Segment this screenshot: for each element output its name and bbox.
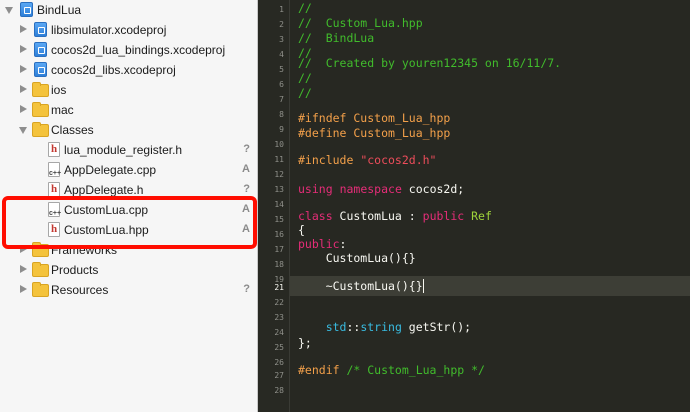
scm-status-badge: ? — [243, 143, 250, 155]
line-number: 12 — [274, 170, 284, 179]
line-number: 26 — [274, 358, 284, 367]
line-number: 9 — [279, 125, 284, 134]
line-number: 23 — [274, 313, 284, 322]
nav-item-label: Resources — [51, 283, 109, 297]
line-number: 17 — [274, 245, 284, 254]
folder-icon — [32, 82, 49, 97]
line-number: 11 — [274, 155, 284, 164]
line-number: 1 — [279, 5, 284, 14]
source-editor[interactable]: // // Custom_Lua.hpp // BindLua // // Cr… — [290, 0, 690, 412]
line-number: 22 — [274, 298, 284, 307]
highlight-callout-box — [2, 196, 257, 249]
nav-item-lua-module-register-h[interactable]: h lua_module_register.h ? — [0, 140, 257, 160]
disclosure-closed-icon[interactable] — [20, 285, 27, 293]
code-line: // Custom_Lua.hpp — [298, 16, 423, 30]
folder-icon — [32, 122, 49, 137]
code-line: std::string getStr(); — [298, 320, 472, 334]
nav-item-label: BindLua — [37, 3, 82, 17]
line-number: 10 — [274, 140, 284, 149]
disclosure-open-icon[interactable] — [19, 127, 27, 134]
nav-item-label: cocos2d_lua_bindings.xcodeproj — [51, 43, 226, 57]
disclosure-closed-icon[interactable] — [20, 85, 27, 93]
code-line: // — [298, 86, 312, 100]
folder-icon — [32, 262, 49, 277]
nav-item-label: AppDelegate.cpp — [64, 163, 157, 177]
line-number: 2 — [279, 20, 284, 29]
folder-icon — [32, 282, 49, 297]
nav-item-label: ios — [51, 83, 67, 97]
scm-status-badge: ? — [243, 183, 250, 195]
cpp-file-icon: c++ — [48, 162, 61, 177]
folder-icon — [32, 102, 49, 117]
scm-status-badge: ? — [243, 283, 250, 295]
line-number: 4 — [279, 50, 284, 59]
code-line: class CustomLua : public Ref — [298, 209, 492, 223]
line-number: 18 — [274, 260, 284, 269]
scm-status-badge: A — [242, 163, 250, 175]
text-caret — [422, 279, 424, 293]
nav-item-resources[interactable]: Resources ? — [0, 280, 257, 300]
code-line-current: ~CustomLua(){} — [298, 279, 424, 293]
nav-item-label: AppDelegate.h — [64, 183, 144, 197]
nav-item-label: Products — [51, 263, 99, 277]
line-number-current: 21 — [274, 283, 284, 292]
nav-item-ios[interactable]: ios — [0, 80, 257, 100]
xcode-project-icon — [34, 62, 47, 77]
xcode-project-icon — [20, 2, 33, 17]
line-number: 24 — [274, 328, 284, 337]
line-number: 28 — [274, 386, 284, 395]
line-number: 27 — [274, 371, 284, 380]
line-number: 8 — [279, 110, 284, 119]
code-line: // BindLua — [298, 31, 375, 45]
line-number: 14 — [274, 200, 284, 209]
code-line: // Created by youren12345 on 16/11/7. — [298, 56, 562, 70]
line-number: 25 — [274, 343, 284, 352]
code-line: #endif /* Custom_Lua_hpp */ — [298, 363, 485, 377]
xcode-project-icon — [34, 22, 47, 37]
code-line: // — [298, 1, 312, 15]
disclosure-closed-icon[interactable] — [20, 65, 27, 73]
nav-item-bindlua[interactable]: BindLua — [0, 0, 257, 20]
line-number: 6 — [279, 80, 284, 89]
nav-item-cocos2d-libs[interactable]: cocos2d_libs.xcodeproj — [0, 60, 257, 80]
code-line: CustomLua(){} — [298, 251, 416, 265]
nav-item-label: mac — [51, 103, 74, 117]
nav-item-classes[interactable]: Classes — [0, 120, 257, 140]
nav-item-label: cocos2d_libs.xcodeproj — [51, 63, 176, 77]
line-number: 3 — [279, 35, 284, 44]
disclosure-closed-icon[interactable] — [20, 105, 27, 113]
header-file-icon: h — [48, 182, 60, 197]
nav-item-label: lua_module_register.h — [64, 143, 183, 157]
header-file-icon: h — [48, 142, 60, 157]
nav-item-libsimulator[interactable]: libsimulator.xcodeproj — [0, 20, 257, 40]
disclosure-closed-icon[interactable] — [20, 265, 27, 273]
code-line: // — [298, 71, 312, 85]
code-line: #ifndef Custom_Lua_hpp — [298, 111, 451, 125]
line-number: 16 — [274, 230, 284, 239]
nav-item-label: libsimulator.xcodeproj — [51, 23, 167, 37]
disclosure-open-icon[interactable] — [5, 7, 13, 14]
nav-item-label: Classes — [51, 123, 94, 137]
line-number: 5 — [279, 65, 284, 74]
nav-item-cocos2d-lua-bindings[interactable]: cocos2d_lua_bindings.xcodeproj — [0, 40, 257, 60]
line-number: 13 — [274, 185, 284, 194]
line-number: 7 — [279, 95, 284, 104]
code-line: #include "cocos2d.h" — [298, 153, 437, 167]
project-navigator: BindLua libsimulator.xcodeproj cocos2d_l… — [0, 0, 258, 412]
code-line: #define Custom_Lua_hpp — [298, 126, 451, 140]
nav-item-appdelegate-cpp[interactable]: c++ AppDelegate.cpp A — [0, 160, 257, 180]
line-number-gutter: 1 2 3 4 5 6 7 8 9 10 11 12 13 14 15 16 1… — [259, 0, 290, 412]
code-line: using namespace cocos2d; — [298, 182, 465, 196]
nav-item-mac[interactable]: mac — [0, 100, 257, 120]
xcode-window: BindLua libsimulator.xcodeproj cocos2d_l… — [0, 0, 690, 412]
code-line: }; — [298, 336, 312, 350]
nav-item-products[interactable]: Products — [0, 260, 257, 280]
xcode-project-icon — [34, 42, 47, 57]
disclosure-closed-icon[interactable] — [20, 45, 27, 53]
line-number: 15 — [274, 215, 284, 224]
disclosure-closed-icon[interactable] — [20, 25, 27, 33]
